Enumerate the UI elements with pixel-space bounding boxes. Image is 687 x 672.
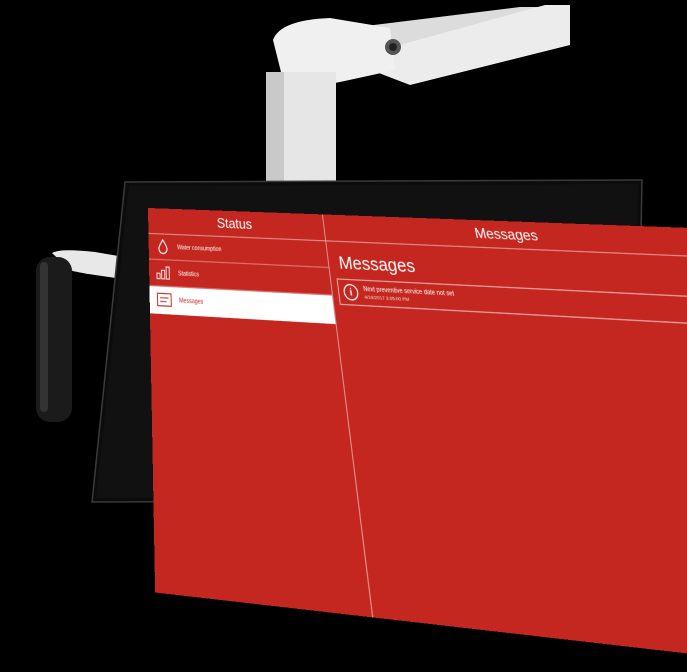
message-icon: [156, 289, 173, 310]
screen-ui: Status Messages Water consumption Statis…: [148, 208, 687, 672]
info-icon: i: [343, 284, 360, 301]
water-drop-icon: [155, 237, 172, 256]
sidebar-item-label: Statistics: [178, 270, 199, 278]
bar-chart-icon: [155, 263, 172, 283]
message-body: Next preventive service date not set 4/1…: [363, 286, 456, 305]
sidebar: Water consumption Statistics Messages: [148, 234, 335, 324]
sidebar-item-label: Water consumption: [177, 244, 222, 253]
sidebar-item-label: Messages: [179, 297, 204, 306]
messages-panel: Messages i Next preventive service date …: [333, 250, 687, 326]
